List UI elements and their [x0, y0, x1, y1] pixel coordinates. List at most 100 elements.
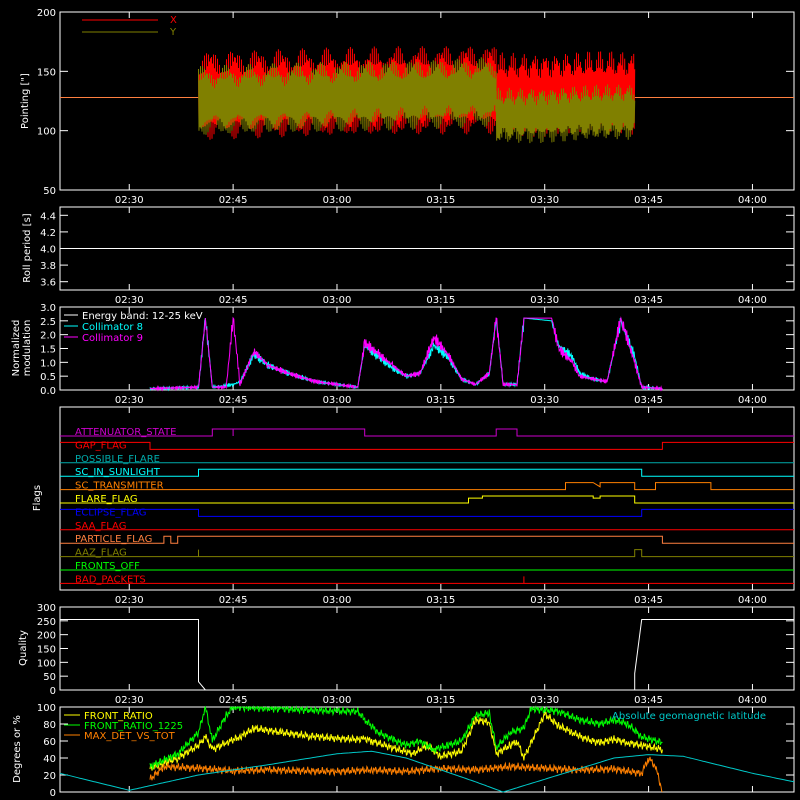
x-tick-label: 02:45 — [219, 295, 248, 306]
x-tick-label: 02:45 — [219, 195, 248, 206]
x-tick-label: 02:30 — [115, 695, 144, 706]
flag-line-gap-flag — [60, 441, 794, 450]
legend-label-collimator-8: Collimator 8 — [82, 322, 143, 333]
x-tick-label: 02:30 — [115, 595, 144, 606]
x-tick-label: 03:45 — [634, 295, 663, 306]
x-tick-label: 04:00 — [738, 295, 767, 306]
pointing-ylabel: Pointing ["] — [20, 73, 31, 129]
modulation-series — [149, 316, 663, 392]
flag-line-eclipse-flag — [60, 508, 794, 517]
y-tick-label: 80 — [43, 720, 56, 731]
y-tick-label: 40 — [43, 754, 56, 765]
x-tick-label: 03:15 — [426, 295, 455, 306]
x-tick-label: 04:00 — [738, 195, 767, 206]
flag-label-sc-in-sunlight: SC_IN_SUNLIGHT — [75, 467, 161, 478]
flag-label-saa-flag: SAA_FLAG — [75, 521, 126, 532]
x-tick-label: 03:45 — [634, 595, 663, 606]
x-tick-label: 02:30 — [115, 195, 144, 206]
flag-label-possible-flare: POSSIBLE_FLARE — [75, 454, 160, 465]
x-tick-label: 03:30 — [530, 295, 559, 306]
figure-canvas: 02:30 02:45 03:00 03:15 03:30 03:45 04:00 50 100… — [11, 8, 795, 799]
series-collimator-9 — [149, 316, 663, 392]
y-tick-label: 200 — [37, 631, 56, 642]
y-tick-label: 20 — [43, 771, 56, 782]
y-tick-label: 3.8 — [40, 261, 56, 272]
y-tick-label: 150 — [37, 67, 56, 78]
x-tick-label: 03:15 — [426, 395, 455, 406]
flag-line-aaz-flag — [60, 549, 794, 558]
y-tick-label: 100 — [37, 658, 56, 669]
quality-panel: 02:30 02:45 03:00 03:15 03:30 03:45 04:00 0 50 10… — [18, 603, 795, 706]
flag-label-flare-flag: FLARE_FLAG — [75, 494, 138, 505]
modulation-legend: Energy band: 12-25 keVCollimator 8Collim… — [64, 311, 203, 344]
x-tick-label: 03:30 — [530, 395, 559, 406]
y-tick-label: 2.5 — [40, 317, 56, 328]
y-tick-label: 1.5 — [40, 345, 56, 356]
legend-label-x: X — [170, 15, 177, 26]
flag-line-particle-flag — [60, 535, 794, 544]
y-tick-label: 100 — [37, 703, 56, 714]
modulation-ylabel-line: Normalized — [11, 320, 22, 377]
legend-label-absolute-geomagnetic-latitude: Absolute geomagnetic latitude — [612, 711, 766, 722]
x-tick-label: 03:30 — [530, 595, 559, 606]
y-tick-label: 3.6 — [40, 278, 56, 289]
x-tick-label: 03:00 — [323, 595, 352, 606]
x-tick-label: 03:30 — [530, 695, 559, 706]
flag-label-particle-flag: PARTICLE_FLAG — [75, 534, 152, 545]
pointing-legend: XY — [82, 15, 177, 38]
pointing-panel: 02:30 02:45 03:00 03:15 03:30 03:45 04:00 50 100… — [20, 8, 795, 206]
quality-line — [60, 619, 794, 691]
x-tick-label: 03:00 — [323, 195, 352, 206]
modulation-panel: 02:30 02:45 03:00 03:15 03:30 03:45 04:00 0.0 0.… — [11, 303, 795, 406]
y-tick-label: 4.0 — [40, 245, 56, 256]
quality-ylabel: Quality — [18, 630, 29, 666]
flags-grid: 02:30 02:45 03:00 03:15 03:30 03:45 04:00 — [115, 407, 767, 606]
x-tick-label: 03:00 — [323, 695, 352, 706]
x-tick-label: 02:45 — [219, 395, 248, 406]
legend-label-max-det-vs-tot: MAX_DET_VS_TOT — [84, 731, 176, 742]
x-tick-label: 03:00 — [323, 395, 352, 406]
x-tick-label: 03:15 — [426, 195, 455, 206]
flags-series: ATTENUATOR_STATE GAP_FLAG POSSIBLE_FLARE SC… — [60, 427, 794, 585]
ratios-panel: 0 20 40 60 80 100 Degrees or % FRONT_RATIOFRO… — [12, 703, 795, 799]
roll-period-grid: 02:30 02:45 03:00 03:15 03:30 03:45 04:00 3.6 3.… — [40, 207, 794, 306]
roll-period-ylabel: Roll period [s] — [22, 213, 33, 282]
flags-panel: 02:30 02:45 03:00 03:15 03:30 03:45 04:00 ATTE… — [32, 406, 795, 606]
legend-label-y: Y — [169, 27, 177, 38]
flag-label-sc-transmitter: SC_TRANSMITTER — [75, 481, 164, 492]
flag-line-sc-in-sunlight — [60, 468, 794, 477]
x-tick-label: 04:00 — [738, 395, 767, 406]
ratios-legend: FRONT_RATIOFRONT_RATIO_1225MAX_DET_VS_TO… — [64, 711, 766, 742]
y-tick-label: 50 — [43, 186, 56, 197]
x-tick-label: 03:30 — [530, 195, 559, 206]
y-tick-label: 300 — [37, 603, 56, 614]
y-tick-label: 0.0 — [40, 386, 56, 397]
y-tick-label: 0 — [50, 788, 56, 799]
x-tick-label: 02:45 — [219, 595, 248, 606]
y-tick-label: 0.5 — [40, 372, 56, 383]
x-tick-label: 02:30 — [115, 395, 144, 406]
x-tick-label: 04:00 — [738, 595, 767, 606]
x-tick-label: 03:45 — [634, 395, 663, 406]
flag-line-flare-flag — [60, 495, 794, 504]
x-tick-label: 03:45 — [634, 695, 663, 706]
ratios-ylabel: Degrees or % — [12, 715, 23, 783]
y-tick-label: 250 — [37, 617, 56, 628]
modulation-ylabel-line: modulation — [22, 320, 33, 377]
y-tick-label: 50 — [43, 672, 56, 683]
y-tick-label: 1.0 — [40, 358, 56, 369]
flag-label-bad-packets: BAD_PACKETS — [75, 574, 146, 585]
pointing-series — [60, 46, 794, 144]
roll-period-panel: 02:30 02:45 03:00 03:15 03:30 03:45 04:00 3.6 3.… — [22, 206, 795, 306]
flag-label-fronts-off: FRONTS_OFF — [75, 561, 140, 572]
y-tick-label: 60 — [43, 737, 56, 748]
modulation-ylabel: Normalizedmodulation — [11, 320, 33, 377]
series-max-det-vs-tot — [149, 756, 663, 793]
y-tick-label: 0 — [50, 686, 56, 697]
x-tick-label: 03:00 — [323, 295, 352, 306]
x-tick-label: 02:45 — [219, 695, 248, 706]
y-tick-label: 4.2 — [40, 228, 56, 239]
flag-label-aaz-flag: AAZ_FLAG — [75, 548, 127, 559]
y-tick-label: 2.0 — [40, 331, 56, 342]
flag-label-gap-flag: GAP_FLAG — [75, 440, 127, 451]
